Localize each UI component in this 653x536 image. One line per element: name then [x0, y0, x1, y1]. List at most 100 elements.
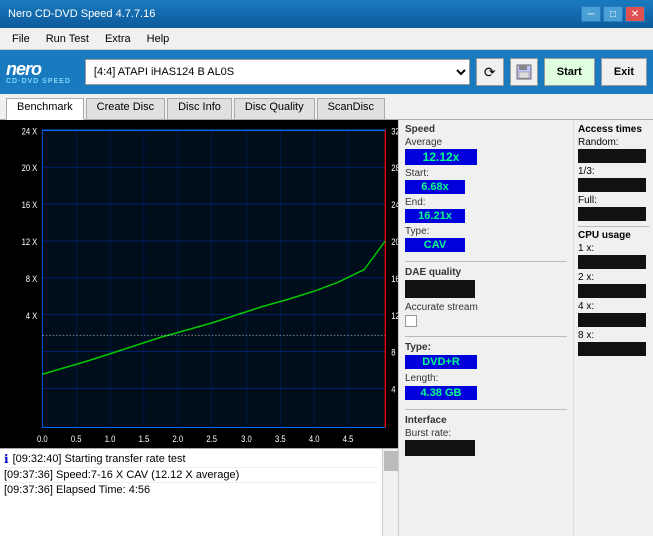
- disc-section: Type: DVD+R Length: 4.38 GB: [405, 342, 567, 400]
- maximize-button[interactable]: □: [603, 6, 623, 22]
- save-icon: [516, 64, 532, 80]
- svg-text:12: 12: [391, 310, 398, 321]
- right-panel: Speed Average 12.12x Start: 6.68x End: 1…: [398, 120, 573, 536]
- random-label: Random:: [578, 137, 649, 148]
- disc-length-label: Length:: [405, 373, 567, 384]
- cpu-4x-value: [578, 313, 646, 327]
- save-button[interactable]: [510, 58, 538, 86]
- dae-value: [405, 280, 475, 298]
- menu-run-test[interactable]: Run Test: [38, 31, 97, 47]
- dae-section: DAE quality Accurate stream: [405, 267, 567, 327]
- full-section: Full:: [578, 195, 649, 221]
- exit-button[interactable]: Exit: [601, 58, 647, 86]
- menu-file[interactable]: File: [4, 31, 38, 47]
- cpu-8x-label: 8 x:: [578, 330, 649, 341]
- random-value: [578, 149, 646, 163]
- log-area: ℹ [09:32:40] Starting transfer rate test…: [0, 448, 398, 536]
- svg-text:16: 16: [391, 273, 398, 284]
- svg-text:8: 8: [391, 347, 396, 358]
- type-value: CAV: [405, 238, 465, 252]
- svg-text:20 X: 20 X: [22, 163, 38, 174]
- tab-create-disc[interactable]: Create Disc: [86, 98, 165, 119]
- log-scrollbar[interactable]: [382, 449, 398, 536]
- svg-text:8 X: 8 X: [26, 273, 38, 284]
- divider-2: [405, 336, 567, 337]
- end-label: End:: [405, 197, 465, 208]
- log-entry-3: [09:37:36] Elapsed Time: 4:56: [4, 484, 150, 496]
- logo-sub: CD·DVD SPEED: [6, 78, 71, 85]
- cpu-2x-label: 2 x:: [578, 272, 649, 283]
- chart-container: 24 X 20 X 16 X 12 X 8 X 4 X 32 28 24 20 …: [0, 120, 398, 448]
- cpu-1x: 1 x:: [578, 243, 649, 269]
- svg-text:1.0: 1.0: [105, 433, 116, 444]
- toolbar: nero CD·DVD SPEED [4:4] ATAPI iHAS124 B …: [0, 50, 653, 94]
- close-button[interactable]: ✕: [625, 6, 645, 22]
- menu-help[interactable]: Help: [139, 31, 178, 47]
- divider-3: [405, 409, 567, 410]
- burst-rate-label: Burst rate:: [405, 428, 567, 439]
- speed-chart: 24 X 20 X 16 X 12 X 8 X 4 X 32 28 24 20 …: [0, 120, 398, 448]
- accurate-stream-checkbox[interactable]: [405, 315, 417, 327]
- cpu-4x: 4 x:: [578, 301, 649, 327]
- cpu-1x-value: [578, 255, 646, 269]
- tab-disc-quality[interactable]: Disc Quality: [234, 98, 315, 119]
- menu-extra[interactable]: Extra: [97, 31, 139, 47]
- start-value: 6.68x: [405, 180, 465, 194]
- accurate-stream-label: Accurate stream: [405, 302, 567, 313]
- cpu-title: CPU usage: [578, 230, 649, 241]
- one-third-section: 1/3:: [578, 166, 649, 192]
- access-times-section: Access times Random: 1/3: Full:: [578, 124, 649, 221]
- svg-text:32: 32: [391, 126, 398, 137]
- minimize-button[interactable]: ─: [581, 6, 601, 22]
- start-button[interactable]: Start: [544, 58, 595, 86]
- interface-section: Interface Burst rate:: [405, 415, 567, 456]
- one-third-label: 1/3:: [578, 166, 649, 177]
- cpu-section: CPU usage 1 x: 2 x: 4 x: 8 x:: [578, 230, 649, 356]
- logo: nero CD·DVD SPEED: [6, 60, 71, 85]
- log-entry-2: [09:37:36] Speed:7-16 X CAV (12.12 X ave…: [4, 469, 239, 481]
- svg-text:16 X: 16 X: [22, 199, 38, 210]
- tab-bar: Benchmark Create Disc Disc Info Disc Qua…: [0, 94, 653, 120]
- window-controls: ─ □ ✕: [581, 6, 645, 22]
- chart-area: 24 X 20 X 16 X 12 X 8 X 4 X 32 28 24 20 …: [0, 120, 398, 536]
- random-section: Random:: [578, 137, 649, 163]
- avg-label: Average: [405, 137, 567, 148]
- svg-text:3.5: 3.5: [275, 433, 286, 444]
- title-bar: Nero CD-DVD Speed 4.7.7.16 ─ □ ✕: [0, 0, 653, 28]
- logo-text: nero: [6, 60, 71, 78]
- drive-selector[interactable]: [4:4] ATAPI iHAS124 B AL0S: [85, 59, 470, 85]
- svg-text:0.5: 0.5: [71, 433, 82, 444]
- svg-text:24: 24: [391, 199, 398, 210]
- start-section: Start: 6.68x: [405, 168, 465, 194]
- cpu-4x-label: 4 x:: [578, 301, 649, 312]
- svg-text:4: 4: [391, 384, 396, 395]
- svg-text:2.0: 2.0: [173, 433, 184, 444]
- disc-length-value: 4.38 GB: [405, 386, 477, 400]
- svg-text:3.0: 3.0: [241, 433, 252, 444]
- main-content: 24 X 20 X 16 X 12 X 8 X 4 X 32 28 24 20 …: [0, 120, 653, 536]
- interface-title: Interface: [405, 415, 567, 426]
- refresh-button[interactable]: ⟳: [476, 58, 504, 86]
- start-label: Start:: [405, 168, 465, 179]
- svg-text:24 X: 24 X: [22, 126, 38, 137]
- tab-disc-info[interactable]: Disc Info: [167, 98, 232, 119]
- end-section: End: 16.21x: [405, 197, 465, 223]
- svg-text:1.5: 1.5: [139, 433, 150, 444]
- full-label: Full:: [578, 195, 649, 206]
- cpu-8x: 8 x:: [578, 330, 649, 356]
- end-value: 16.21x: [405, 209, 465, 223]
- svg-text:28: 28: [391, 163, 398, 174]
- tab-scan-disc[interactable]: ScanDisc: [317, 98, 385, 119]
- type-label: Type:: [405, 226, 567, 237]
- svg-text:12 X: 12 X: [22, 236, 38, 247]
- disc-type-label: Type:: [405, 342, 567, 353]
- burst-rate-value: [405, 440, 475, 456]
- svg-text:4.5: 4.5: [343, 433, 354, 444]
- tab-benchmark[interactable]: Benchmark: [6, 98, 84, 120]
- svg-text:2.5: 2.5: [206, 433, 217, 444]
- one-third-value: [578, 178, 646, 192]
- log-entries: ℹ [09:32:40] Starting transfer rate test…: [0, 449, 382, 536]
- svg-text:4.0: 4.0: [309, 433, 320, 444]
- access-cpu-panel: Access times Random: 1/3: Full: CPU usag…: [573, 120, 653, 536]
- app-title: Nero CD-DVD Speed 4.7.7.16: [8, 8, 155, 20]
